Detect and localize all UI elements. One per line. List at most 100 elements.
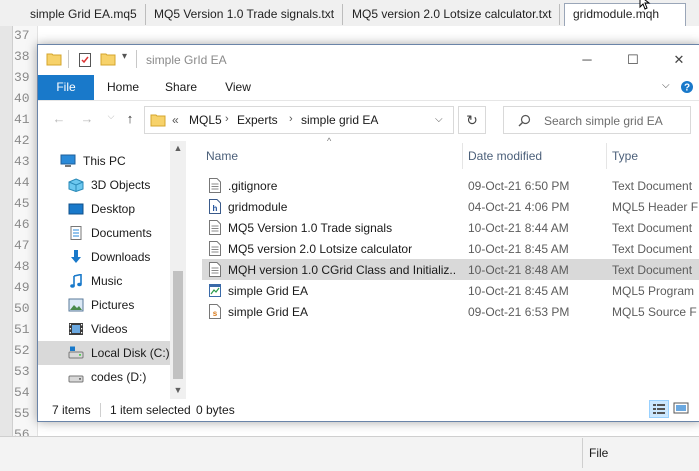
search-placeholder: Search simple grid EA — [544, 114, 663, 128]
file-name: MQH version 1.0 CGrid Class and Initiali… — [228, 263, 456, 277]
folder-icon — [46, 53, 62, 66]
minimize-button[interactable]: ─ — [564, 45, 610, 75]
drive-icon — [68, 375, 84, 383]
pictures-icon — [68, 298, 84, 312]
file-row[interactable]: .gitignore 09-Oct-21 6:50 PM Text Docume… — [202, 175, 699, 196]
file-row[interactable]: MQ5 Version 1.0 Trade signals 10-Oct-21 … — [202, 217, 699, 238]
status-file-label: File — [582, 438, 699, 468]
ribbon-tab-view[interactable]: View — [216, 75, 260, 100]
editor-tab-active[interactable]: gridmodule.mqh — [564, 3, 686, 27]
column-divider[interactable] — [606, 143, 607, 169]
line-number: 53 — [14, 364, 30, 379]
nav-item-label: Pictures — [91, 298, 135, 312]
ribbon-tab-label: View — [225, 80, 251, 94]
file-type: Text Document — [612, 179, 693, 193]
minimize-icon: ─ — [582, 52, 592, 67]
new-folder-icon[interactable] — [100, 52, 116, 66]
line-number: 54 — [14, 385, 30, 400]
column-divider[interactable] — [462, 143, 463, 169]
line-number: 46 — [14, 217, 30, 232]
column-header-type[interactable]: Type — [612, 149, 638, 163]
ribbon-tab-share[interactable]: Share — [158, 75, 204, 100]
refresh-icon: ↻ — [466, 112, 478, 128]
editor-tab[interactable]: simple Grid EA.mq5 — [22, 4, 146, 25]
text-file-icon — [209, 262, 221, 277]
details-view-button[interactable] — [649, 400, 669, 418]
nav-item-label: Documents — [91, 226, 152, 240]
address-dropdown-icon[interactable]: ⌵ — [435, 114, 443, 125]
nav-item-documents[interactable]: Documents — [38, 221, 170, 245]
customize-toolbar-chevron-icon[interactable]: ▾ — [122, 51, 127, 62]
window-title: simple GrId EA — [146, 53, 227, 67]
address-bar[interactable]: « MQL5 › Experts › simple grid EA ⌵ — [144, 106, 454, 134]
help-icon[interactable]: ? — [680, 80, 694, 94]
nav-item-codes-d[interactable]: codes (D:) — [38, 365, 170, 389]
column-header-name[interactable]: Name — [206, 149, 238, 163]
line-number: 56 — [14, 427, 30, 436]
breadcrumb-separator-icon[interactable]: › — [289, 113, 293, 125]
back-button[interactable]: ← — [50, 111, 68, 129]
nav-item-this-pc[interactable]: This PC — [38, 149, 170, 173]
divider — [68, 50, 69, 68]
nav-item-music[interactable]: Music — [38, 269, 170, 293]
nav-item-local-disk-c[interactable]: Local Disk (C:) — [38, 341, 170, 365]
ribbon-tab-bar: File Home Share View ⌵ ? — [38, 75, 699, 101]
up-button[interactable]: ↑ — [121, 111, 139, 129]
scroll-up-icon[interactable]: ▲ — [170, 143, 186, 153]
file-date: 10-Oct-21 8:45 AM — [468, 242, 569, 256]
file-row[interactable]: simple Grid EA 10-Oct-21 8:45 AM MQL5 Pr… — [202, 280, 699, 301]
line-number: 44 — [14, 175, 30, 190]
title-bar: ▾ simple GrId EA ─ ☐ ✕ — [38, 45, 699, 75]
large-icons-view-icon — [673, 402, 689, 414]
ribbon-tab-file[interactable]: File — [38, 75, 94, 100]
nav-item-pictures[interactable]: Pictures — [38, 293, 170, 317]
forward-button[interactable]: → — [78, 111, 96, 129]
file-name: gridmodule — [228, 200, 288, 214]
editor-tab[interactable]: MQ5 version 2.0 Lotsize calculator.txt — [344, 4, 561, 25]
properties-icon[interactable] — [78, 52, 92, 68]
editor-tab-bar: simple Grid EA.mq5 MQ5 Version 1.0 Trade… — [0, 0, 699, 27]
close-button[interactable]: ✕ — [656, 45, 699, 75]
scroll-down-icon[interactable]: ▼ — [170, 385, 186, 395]
item-count: 7 items — [52, 403, 91, 417]
file-type: MQL5 Header F — [612, 200, 699, 214]
file-row[interactable]: s simple Grid EA 09-Oct-21 6:53 PM MQL5 … — [202, 301, 699, 322]
selection-size: 0 bytes — [196, 403, 235, 417]
desktop-icon — [68, 203, 84, 215]
nav-item-3d-objects[interactable]: 3D Objects — [38, 173, 170, 197]
large-icons-view-button[interactable] — [672, 400, 692, 418]
forward-arrow-icon: → — [80, 111, 94, 126]
breadcrumb-item[interactable]: MQL5 — [189, 113, 222, 127]
pc-icon — [60, 154, 76, 167]
file-date: 10-Oct-21 8:45 AM — [468, 284, 569, 298]
ribbon-tab-home[interactable]: Home — [100, 75, 146, 100]
editor-tab[interactable]: MQ5 Version 1.0 Trade signals.txt — [146, 4, 344, 25]
nav-item-label: Music — [91, 274, 123, 288]
breadcrumb-item[interactable]: simple grid EA — [301, 113, 378, 127]
divider — [136, 50, 137, 68]
breadcrumb-overflow[interactable]: « — [172, 113, 179, 127]
ribbon-tab-label: File — [56, 80, 76, 94]
file-row[interactable]: h gridmodule 04-Oct-21 4:06 PM MQL5 Head… — [202, 196, 699, 217]
nav-scrollbar[interactable]: ▲ ▼ — [170, 141, 186, 399]
breadcrumb-separator-icon[interactable]: › — [225, 113, 229, 125]
chevron-down-icon: ⌵ — [107, 111, 115, 121]
file-row-selected[interactable]: MQH version 1.0 CGrid Class and Initiali… — [202, 259, 699, 280]
search-box[interactable]: Search simple grid EA — [503, 106, 691, 134]
nav-scrollbar-thumb[interactable] — [173, 271, 183, 379]
column-header-date-modified[interactable]: Date modified — [468, 149, 542, 163]
nav-item-videos[interactable]: Videos — [38, 317, 170, 341]
recent-locations-button[interactable]: ⌵ — [102, 111, 120, 129]
documents-icon — [70, 226, 82, 240]
line-number: 51 — [14, 322, 30, 337]
breadcrumb-item[interactable]: Experts — [237, 113, 278, 127]
maximize-button[interactable]: ☐ — [610, 45, 656, 75]
refresh-button[interactable]: ↻ — [458, 106, 486, 134]
nav-item-desktop[interactable]: Desktop — [38, 197, 170, 221]
nav-item-downloads[interactable]: Downloads — [38, 245, 170, 269]
file-date: 10-Oct-21 8:48 AM — [468, 263, 569, 277]
expand-ribbon-icon[interactable]: ⌵ — [662, 80, 670, 91]
file-row[interactable]: MQ5 version 2.0 Lotsize calculator 10-Oc… — [202, 238, 699, 259]
line-number: 55 — [14, 406, 30, 421]
videos-icon — [69, 323, 83, 335]
